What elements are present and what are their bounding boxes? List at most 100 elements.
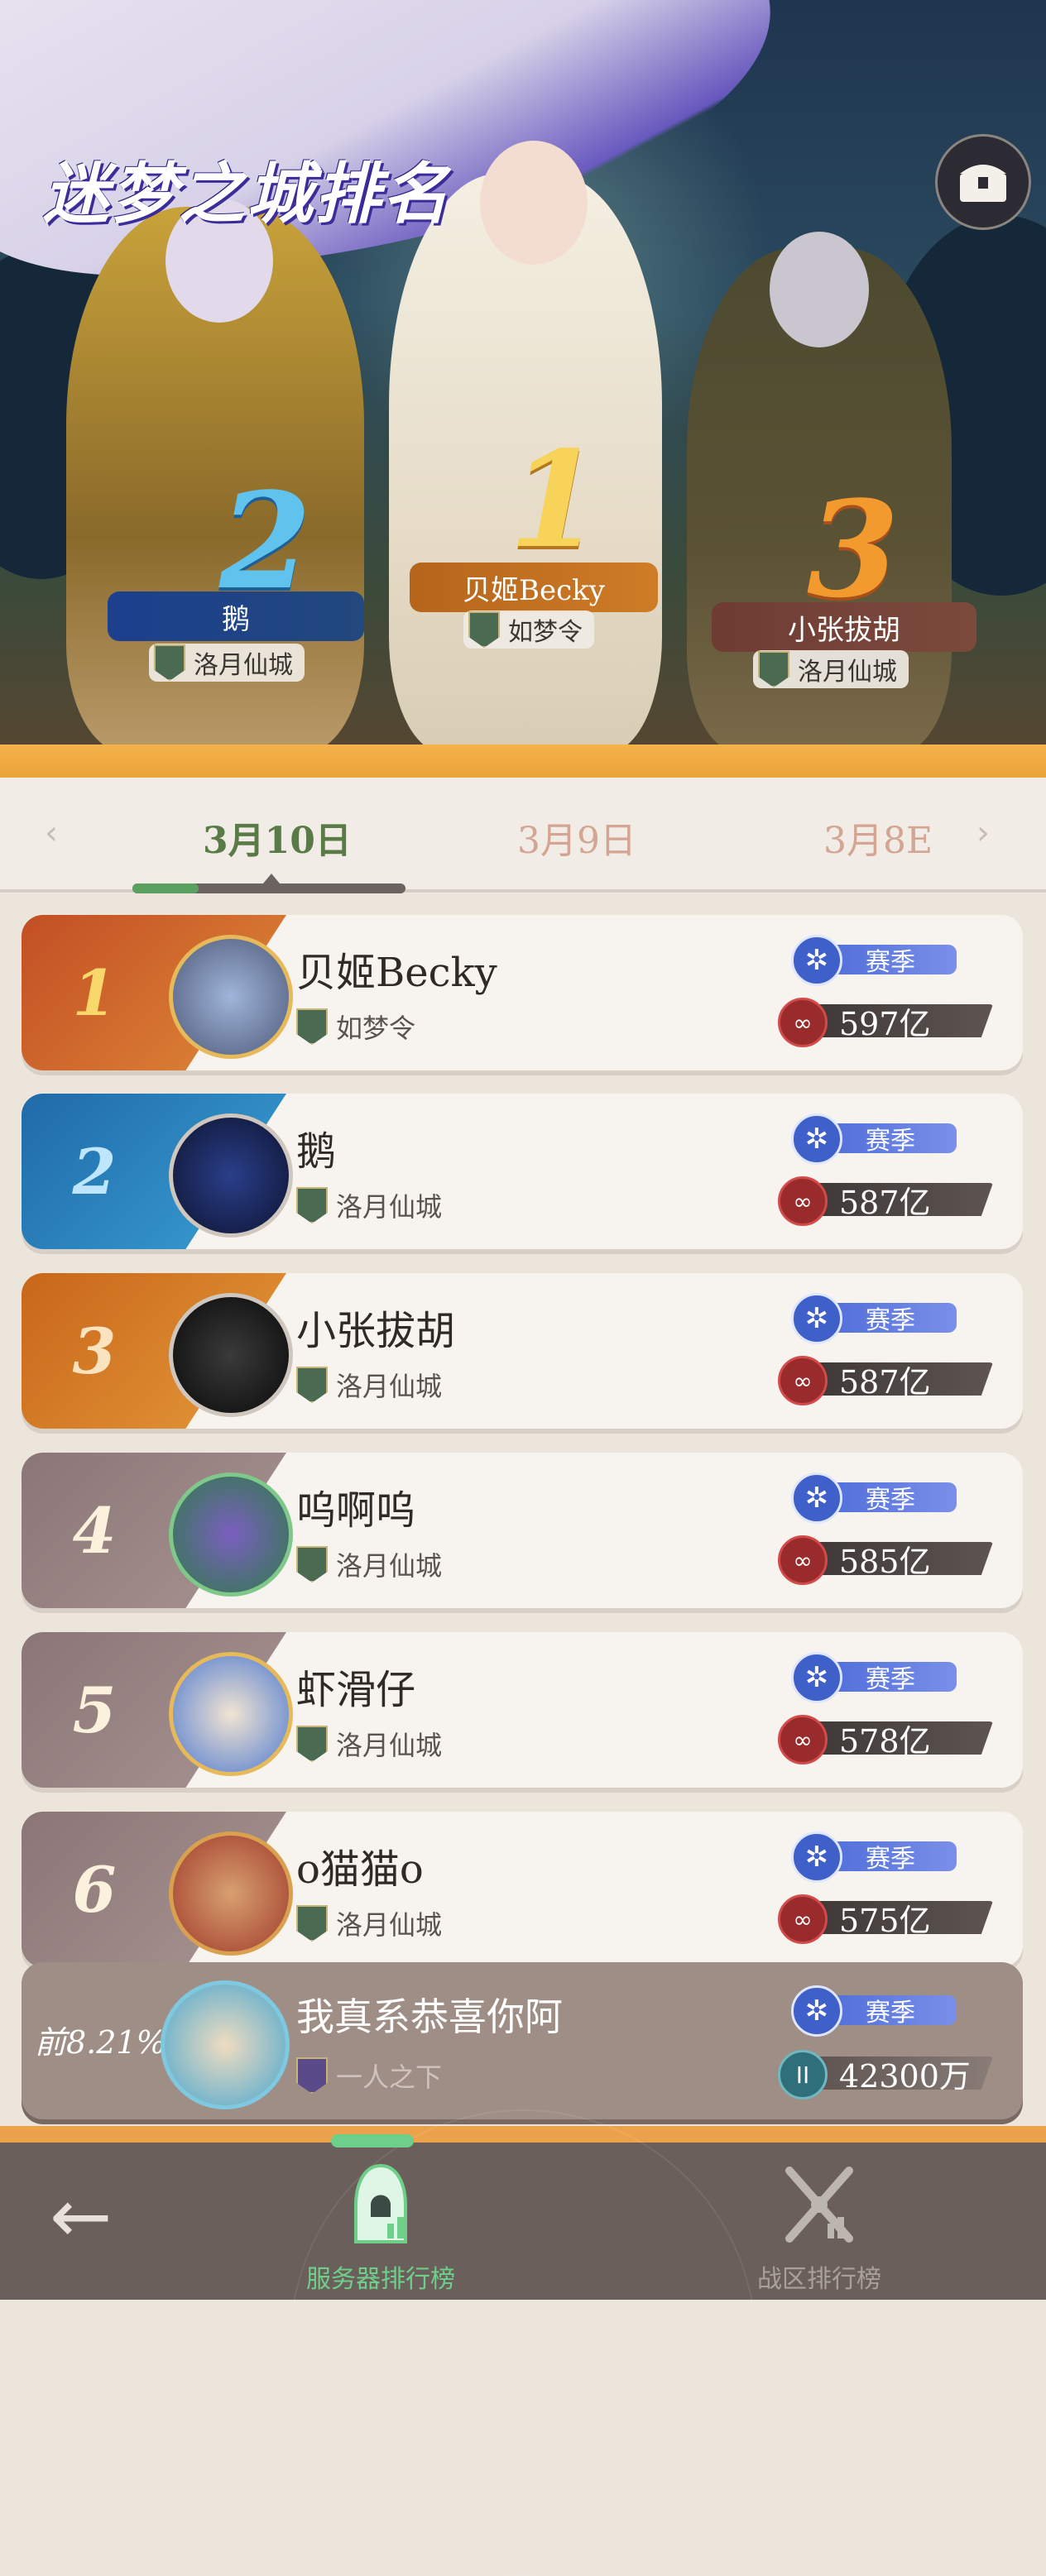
my-rank-row[interactable]: 前8.21% 我真系恭喜你阿 一人之下 赛季 ✲ 42300万 II bbox=[22, 1962, 1023, 2119]
season-badge: 赛季 ✲ bbox=[791, 935, 957, 986]
player-name: o猫猫o bbox=[296, 1846, 424, 1893]
chest-button[interactable] bbox=[935, 134, 1031, 230]
ranking-row[interactable]: 6 o猫猫o 洛月仙城 赛季 ✲ 575亿 ∞ bbox=[22, 1812, 1023, 1967]
ranking-row[interactable]: 4 呜啊呜 洛月仙城 赛季 ✲ 585亿 ∞ bbox=[22, 1453, 1023, 1608]
my-percentile: 前8.21% bbox=[35, 2024, 166, 2061]
chevron-right-icon[interactable]: › bbox=[976, 814, 990, 852]
tab-region-ranking[interactable]: 战区排行榜 bbox=[712, 2143, 927, 2300]
tab-date-1[interactable]: 3月9日 bbox=[517, 811, 636, 864]
tab-label: 服务器排行榜 bbox=[306, 2265, 455, 2294]
ranking-row[interactable]: 5 虾滑仔 洛月仙城 赛季 ✲ 578亿 ∞ bbox=[22, 1632, 1023, 1788]
rank-number: 6 bbox=[72, 1853, 117, 1927]
tab-indicator bbox=[132, 883, 405, 893]
chevron-left-icon[interactable]: ‹ bbox=[45, 814, 58, 852]
ranking-row[interactable]: 3 小张拔胡 洛月仙城 赛季 ✲ 587亿 ∞ bbox=[22, 1273, 1023, 1429]
podium-guild-2: 洛月仙城 bbox=[149, 644, 305, 682]
rank-number: 3 bbox=[72, 1314, 117, 1388]
player-name: 贝姬Becky bbox=[296, 950, 497, 996]
avatar[interactable] bbox=[169, 1472, 293, 1597]
score-badge: 585亿 ∞ bbox=[778, 1535, 993, 1585]
player-guild: 洛月仙城 bbox=[296, 1183, 442, 1228]
guild-label: 洛月仙城 bbox=[336, 1909, 443, 1941]
guild-badge-icon bbox=[758, 651, 789, 687]
infinity-emblem-icon: ∞ bbox=[778, 1176, 828, 1226]
guild-label: 如梦令 bbox=[336, 1013, 416, 1044]
infinity-emblem-icon: ∞ bbox=[778, 998, 828, 1047]
infinity-emblem-icon: ∞ bbox=[778, 1356, 828, 1405]
season-badge: 赛季 ✲ bbox=[791, 1985, 957, 2037]
season-badge: 赛季 ✲ bbox=[791, 1472, 957, 1524]
hooded-figure-icon bbox=[354, 2163, 407, 2243]
score-badge: 587亿 ∞ bbox=[778, 1356, 993, 1405]
score-badge: 587亿 ∞ bbox=[778, 1176, 993, 1226]
guild-label: 一人之下 bbox=[336, 2061, 443, 2093]
player-name: 呜啊呜 bbox=[296, 1487, 416, 1534]
rank-number: 1 bbox=[72, 956, 117, 1030]
rank-number: 4 bbox=[72, 1494, 117, 1568]
guild-badge-icon bbox=[296, 1726, 328, 1762]
avatar[interactable] bbox=[169, 1113, 293, 1238]
guild-badge-icon bbox=[296, 1187, 328, 1223]
guild-badge-icon bbox=[296, 1546, 328, 1582]
player-guild: 洛月仙城 bbox=[296, 1362, 442, 1407]
season-badge: 赛季 ✲ bbox=[791, 1652, 957, 1703]
ranking-row[interactable]: 2 鹅 洛月仙城 赛季 ✲ 587亿 ∞ bbox=[22, 1094, 1023, 1249]
rank-number: 5 bbox=[72, 1673, 117, 1747]
guild-badge-icon bbox=[296, 1367, 328, 1403]
season-badge: 赛季 ✲ bbox=[791, 1113, 957, 1165]
podium-name-2[interactable]: 鹅 bbox=[108, 591, 364, 641]
guild-badge-icon bbox=[468, 611, 500, 648]
snowflake-icon: ✲ bbox=[791, 935, 842, 986]
guild-badge-icon bbox=[296, 1905, 328, 1942]
my-guild: 一人之下 bbox=[296, 2053, 442, 2098]
infinity-emblem-icon: ∞ bbox=[778, 1894, 828, 1944]
podium-guild-3: 洛月仙城 bbox=[753, 650, 909, 688]
back-arrow-icon[interactable]: ← bbox=[50, 2180, 112, 2254]
score-badge: 597亿 ∞ bbox=[778, 998, 993, 1047]
infinity-emblem-icon: ∞ bbox=[778, 1535, 828, 1585]
podium-guild-1: 如梦令 bbox=[463, 610, 594, 649]
avatar[interactable] bbox=[169, 1652, 293, 1776]
podium-guild-label: 洛月仙城 bbox=[798, 658, 897, 687]
snowflake-icon: ✲ bbox=[791, 1113, 842, 1165]
snowflake-icon: ✲ bbox=[791, 1472, 842, 1524]
player-name: 小张拔胡 bbox=[296, 1308, 456, 1354]
guild-badge-icon bbox=[154, 644, 185, 681]
guild-label: 洛月仙城 bbox=[336, 1550, 443, 1582]
guild-badge-icon bbox=[296, 2057, 328, 2094]
season-badge: 赛季 ✲ bbox=[791, 1293, 957, 1344]
score-badge: 42300万 II bbox=[778, 2050, 993, 2100]
avatar[interactable] bbox=[161, 1980, 290, 2109]
score-badge: 578亿 ∞ bbox=[778, 1715, 993, 1764]
score-badge: 575亿 ∞ bbox=[778, 1894, 993, 1944]
avatar[interactable] bbox=[169, 1831, 293, 1956]
podium-guild-label: 洛月仙城 bbox=[194, 651, 293, 680]
avatar[interactable] bbox=[169, 935, 293, 1059]
guild-label: 洛月仙城 bbox=[336, 1371, 443, 1402]
guild-badge-icon bbox=[296, 1008, 328, 1045]
page-title: 迷梦之城排名 bbox=[43, 155, 450, 232]
tab-label: 战区排行榜 bbox=[757, 2265, 881, 2294]
snowflake-icon: ✲ bbox=[791, 1293, 842, 1344]
podium-name-1[interactable]: 贝姬Becky bbox=[410, 563, 658, 612]
player-guild: 洛月仙城 bbox=[296, 1901, 442, 1946]
tab-caret bbox=[263, 874, 280, 883]
podium-name-3[interactable]: 小张拔胡 bbox=[712, 602, 976, 652]
hero-banner: 迷梦之城排名 2 鹅 洛月仙城 1 贝姬Becky 如梦令 3 小张拔胡 洛月仙… bbox=[0, 0, 1046, 778]
my-name: 我真系恭喜你阿 bbox=[296, 1994, 563, 2039]
player-name: 鹅 bbox=[296, 1128, 337, 1175]
chest-icon bbox=[960, 165, 1006, 202]
bottom-nav: ← 服务器排行榜 战区排行榜 bbox=[0, 2109, 1046, 2576]
tab-server-ranking[interactable]: 服务器排行榜 bbox=[273, 2143, 488, 2300]
podium-rank-1: 1 bbox=[509, 422, 602, 577]
snowflake-icon: ✲ bbox=[791, 1831, 842, 1883]
tab-date-2[interactable]: 3月8E bbox=[823, 811, 933, 864]
snowflake-icon: ✲ bbox=[791, 1985, 842, 2037]
player-guild: 如梦令 bbox=[296, 1004, 415, 1049]
avatar[interactable] bbox=[169, 1293, 293, 1417]
rank-number: 2 bbox=[72, 1135, 117, 1209]
tab-date-0[interactable]: 3月10日 bbox=[203, 811, 352, 864]
ranking-row[interactable]: 1 贝姬Becky 如梦令 赛季 ✲ 597亿 ∞ bbox=[22, 915, 1023, 1070]
infinity-emblem-icon: ∞ bbox=[778, 1715, 828, 1764]
guild-label: 洛月仙城 bbox=[336, 1730, 443, 1761]
